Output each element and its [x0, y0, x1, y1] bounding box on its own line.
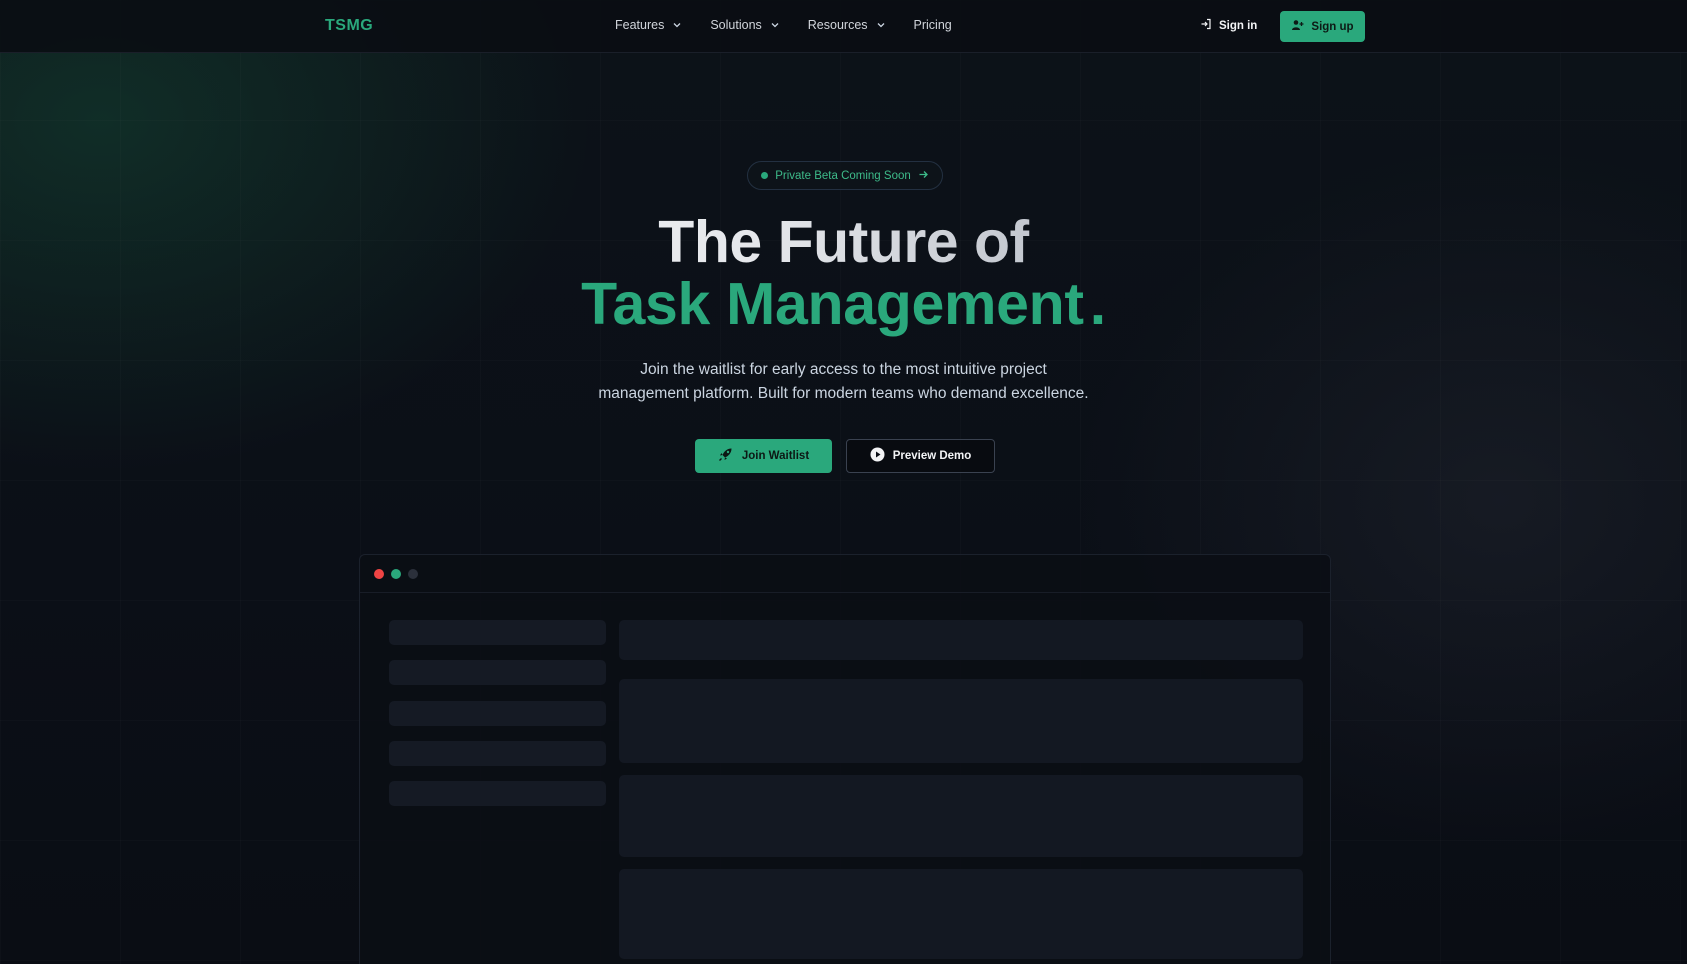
play-circle-icon [870, 447, 885, 465]
chevron-down-icon [770, 20, 780, 30]
brand-logo[interactable]: TSMG [325, 17, 373, 35]
arrow-right-icon [918, 169, 929, 183]
chevron-down-icon [876, 20, 886, 30]
main-skeleton-card [619, 679, 1303, 763]
menu-item-features[interactable]: Features [615, 18, 682, 32]
top-navbar: TSMG Features Solutions Resources Pricin… [0, 0, 1687, 53]
menu-item-label: Pricing [913, 18, 952, 32]
window-maximize-dot [391, 569, 401, 579]
beta-badge[interactable]: Private Beta Coming Soon [747, 161, 943, 190]
menu-item-label: Solutions [710, 18, 762, 32]
preview-demo-button[interactable]: Preview Demo [846, 439, 995, 473]
hero-title-line2: Task Management. [0, 271, 1687, 337]
status-dot [761, 172, 769, 179]
menu-item-solutions[interactable]: Solutions [710, 18, 779, 32]
window-minimize-dot [408, 569, 418, 579]
hero-subtitle-line1: Join the waitlist for early access to th… [640, 361, 1047, 378]
hero-subtitle: Join the waitlist for early access to th… [0, 358, 1687, 406]
chevron-down-icon [672, 20, 682, 30]
menu-item-label: Features [615, 18, 665, 32]
app-preview-window [359, 554, 1331, 964]
main-menu: Features Solutions Resources Pricing [615, 18, 980, 32]
sidebar-skeleton-item [389, 781, 606, 806]
menu-item-pricing[interactable]: Pricing [914, 18, 952, 32]
log-in-icon [1200, 18, 1212, 33]
sign-up-button[interactable]: Sign up [1280, 11, 1365, 42]
hero-title-line1: The Future of [0, 211, 1687, 274]
main-skeleton-card [619, 775, 1303, 857]
sidebar-skeleton-item [389, 660, 606, 685]
badge-text: Private Beta Coming Soon [775, 169, 911, 182]
menu-item-resources[interactable]: Resources [808, 18, 886, 32]
window-close-dot [374, 569, 384, 579]
hero-title-dot: . [1089, 271, 1106, 337]
menu-item-label: Resources [807, 18, 868, 32]
main-skeleton-card [619, 869, 1303, 959]
join-waitlist-button[interactable]: Join Waitlist [695, 439, 832, 473]
rocket-icon [718, 447, 733, 465]
join-waitlist-label: Join Waitlist [741, 450, 810, 462]
sidebar-skeleton-item [389, 701, 606, 726]
preview-demo-label: Preview Demo [892, 450, 972, 462]
sign-in-link[interactable]: Sign in [1200, 18, 1257, 33]
main-skeleton-header [619, 620, 1303, 660]
sign-up-label: Sign up [1311, 20, 1354, 33]
window-titlebar [360, 555, 1330, 593]
sidebar-skeleton-item [389, 620, 606, 645]
sidebar-skeleton-item [389, 741, 606, 766]
sign-in-label: Sign in [1219, 19, 1258, 32]
hero-title-highlight: Task Management [581, 271, 1084, 337]
hero-subtitle-line2: management platform. Built for modern te… [598, 385, 1089, 402]
user-plus-icon [1291, 19, 1304, 34]
